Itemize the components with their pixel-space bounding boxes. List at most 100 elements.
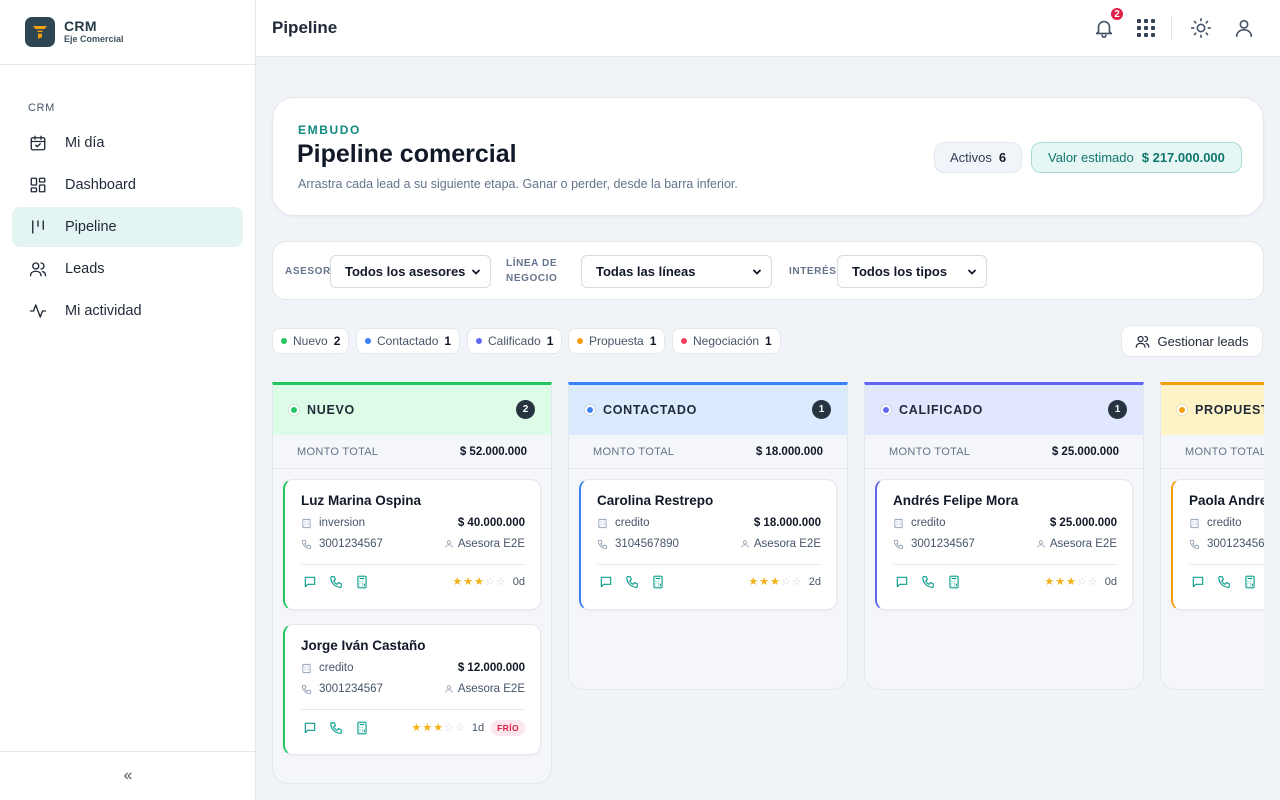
- column-total-amount: $ 25.000.000: [1051, 445, 1119, 458]
- star-icon: ☆: [791, 575, 802, 588]
- lead-age: 0d: [1104, 576, 1117, 588]
- building-icon: [893, 518, 904, 529]
- star-icon: ★: [1044, 575, 1055, 588]
- column-header: NUEVO 2: [273, 385, 551, 435]
- stage-chip-negociacion[interactable]: Negociación 1: [672, 328, 781, 354]
- lead-card[interactable]: Jorge Iván Castaño credito $ 12.000.000 …: [283, 624, 541, 755]
- manage-leads-button[interactable]: Gestionar leads: [1121, 325, 1263, 357]
- apps-grid-button[interactable]: [1135, 17, 1157, 39]
- card-footer: ★ ★ ★ ☆ ☆ 2d: [597, 575, 821, 589]
- linea-select-value: Todas las líneas: [596, 264, 696, 279]
- sidebar-item-label: Mi día: [65, 135, 105, 151]
- theme-toggle-button[interactable]: [1190, 17, 1212, 39]
- stage-chip-propuesta[interactable]: Propuesta 1: [568, 328, 666, 354]
- lead-rating: ★ ★ ★ ☆ ☆ 0d: [452, 576, 525, 588]
- lead-info-row: credito $ 18.000.000: [597, 517, 821, 529]
- star-icon: ☆: [454, 721, 465, 734]
- card-footer: ★ ★ ★ ☆ ☆ 1d FRÍO: [301, 720, 525, 736]
- column-header: CALIFICADO 1: [865, 385, 1143, 435]
- message-icon[interactable]: [303, 721, 317, 735]
- card-actions: [301, 575, 369, 589]
- lead-type: credito: [615, 517, 650, 529]
- star-icon: ★: [411, 721, 422, 734]
- calculator-icon[interactable]: [947, 575, 961, 589]
- call-icon[interactable]: [625, 575, 639, 589]
- lead-contact-row: 3001234567 Asesora E2E: [893, 538, 1117, 550]
- lead-card[interactable]: Carolina Restrepo credito $ 18.000.000 3…: [579, 479, 837, 610]
- column-total: MONTO TOTAL: [1161, 435, 1264, 469]
- message-icon[interactable]: [599, 575, 613, 589]
- asesor-select[interactable]: Todos los asesores: [330, 255, 491, 288]
- call-icon[interactable]: [329, 575, 343, 589]
- calculator-icon[interactable]: [355, 575, 369, 589]
- user-menu-button[interactable]: [1233, 17, 1255, 39]
- user-icon: [740, 539, 750, 549]
- stage-chip-label: Contactado: [377, 334, 439, 348]
- stage-dot: [289, 405, 299, 415]
- stage-chip-nuevo[interactable]: Nuevo 2: [272, 328, 350, 354]
- notifications-badge: 2: [1109, 6, 1125, 22]
- lead-info-row: credito $ 25.000.000: [893, 517, 1117, 529]
- lead-name: Paola Andrea: [1189, 493, 1264, 508]
- lead-type: credito: [911, 517, 946, 529]
- collapse-sidebar-button[interactable]: «: [0, 751, 256, 800]
- lead-rating: ★ ★ ★ ☆ ☆ 0d: [1044, 576, 1117, 588]
- sidebar-item-pipeline[interactable]: Pipeline: [12, 207, 243, 247]
- pipeline-column-propuesta: PROPUESTA 1 MONTO TOTAL Paola Andrea cre…: [1160, 382, 1264, 690]
- grid-icon: [1135, 17, 1157, 39]
- sidebar-item-mi-actividad[interactable]: Mi actividad: [12, 291, 243, 331]
- interes-select-value: Todos los tipos: [852, 264, 948, 279]
- pipeline-hero: EMBUDO Pipeline comercial Arrastra cada …: [272, 97, 1264, 216]
- call-icon[interactable]: [921, 575, 935, 589]
- sidebar-item-leads[interactable]: Leads: [12, 249, 243, 289]
- lead-phone: 3001234567: [319, 683, 383, 695]
- message-icon[interactable]: [1191, 575, 1205, 589]
- lead-phone: 3104567890: [615, 538, 679, 550]
- hero-description: Arrastra cada lead a su siguiente etapa.…: [298, 177, 738, 191]
- sidebar-item-mi-dia[interactable]: Mi día: [12, 123, 243, 163]
- linea-label-line-2: NEGOCIO: [506, 273, 558, 284]
- interes-select[interactable]: Todos los tipos: [837, 255, 987, 288]
- column-total-label: MONTO TOTAL: [593, 445, 675, 458]
- lead-type: inversion: [319, 517, 366, 529]
- sidebar-item-dashboard[interactable]: Dashboard: [12, 165, 243, 205]
- stage-chip-label: Propuesta: [589, 334, 644, 348]
- sidebar-item-label: Pipeline: [65, 219, 117, 235]
- card-divider: [301, 709, 525, 710]
- lead-asesor: Asesora E2E: [753, 538, 821, 550]
- star-icon: ★: [770, 575, 780, 588]
- lead-contact-row: 3001234567 Asesora E2E: [301, 538, 525, 550]
- message-icon[interactable]: [895, 575, 909, 589]
- calculator-icon[interactable]: [355, 721, 369, 735]
- hero-kicker: EMBUDO: [298, 123, 361, 137]
- lead-temperature-tag: FRÍO: [491, 720, 525, 736]
- calculator-icon[interactable]: [651, 575, 665, 589]
- call-icon[interactable]: [329, 721, 343, 735]
- linea-select[interactable]: Todas las líneas: [581, 255, 772, 288]
- lead-amount: $ 12.000.000: [457, 662, 525, 674]
- calculator-icon[interactable]: [1243, 575, 1257, 589]
- stage-chip-count: 2: [333, 334, 341, 348]
- stage-chip-calificado[interactable]: Calificado 1: [467, 328, 563, 354]
- stage-chip-contactado[interactable]: Contactado 1: [356, 328, 461, 354]
- column-body: Carolina Restrepo credito $ 18.000.000 3…: [569, 469, 847, 689]
- message-icon[interactable]: [303, 575, 317, 589]
- estimated-value-label: Valor estimado: [1048, 150, 1134, 165]
- notifications-button[interactable]: 2: [1093, 6, 1125, 39]
- nav-section-title: CRM: [28, 102, 55, 114]
- lead-type: credito: [1207, 517, 1242, 529]
- building-icon: [1189, 518, 1200, 529]
- lead-asesor: Asesora E2E: [457, 538, 525, 550]
- column-total-amount: $ 18.000.000: [755, 445, 823, 458]
- building-icon: [597, 518, 608, 529]
- active-value: 6: [998, 150, 1007, 165]
- lead-card[interactable]: Paola Andrea credito 3001234567: [1171, 479, 1264, 610]
- column-total-label: MONTO TOTAL: [297, 445, 379, 458]
- card-divider: [301, 564, 525, 565]
- call-icon[interactable]: [1217, 575, 1231, 589]
- lead-card[interactable]: Andrés Felipe Mora credito $ 25.000.000 …: [875, 479, 1133, 610]
- star-icon: ★: [422, 721, 433, 734]
- lead-card[interactable]: Luz Marina Ospina inversion $ 40.000.000…: [283, 479, 541, 610]
- phone-icon: [1189, 539, 1200, 550]
- lead-amount: $ 25.000.000: [1049, 517, 1117, 529]
